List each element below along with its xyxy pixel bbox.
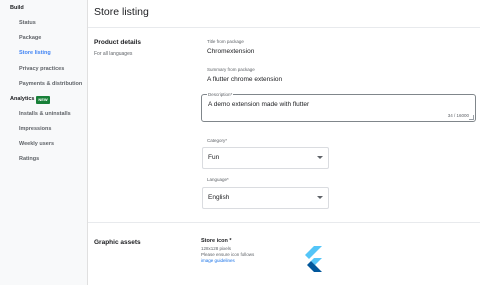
description-label: Description* [207,92,234,97]
sidebar-item-privacy-practices[interactable]: Privacy practices [19,66,64,72]
chevron-down-icon [317,156,323,159]
store-icon-preview[interactable] [301,243,331,273]
store-icon-note: Please ensure icon follows [201,252,255,257]
resize-handle-icon[interactable] [469,115,474,120]
category-select[interactable]: Fun [202,147,329,169]
sidebar-heading-analytics: Analytics [10,96,35,102]
category-selected-value: Fun [208,154,220,161]
store-icon-size: 128x128 pixels [201,246,232,251]
description-value[interactable]: A demo extension made with flutter [208,101,309,108]
sidebar-item-package[interactable]: Package [19,35,41,41]
sidebar-item-store-listing[interactable]: Store listing [19,50,51,56]
sidebar-item-weekly-users[interactable]: Weekly users [19,141,54,147]
product-details-subtitle: For all languages [94,51,133,57]
flutter-logo-icon [305,246,322,272]
divider [88,27,480,28]
sidebar-item-impressions[interactable]: Impressions [19,126,51,132]
main-content: Store listing Product details For all la… [88,0,480,285]
description-char-count: 34 / 16000 [447,113,469,118]
title-from-package-label: Title from package [207,39,244,44]
product-details-title: Product details [94,39,141,46]
sidebar-item-installs-uninstalls[interactable]: Installs & uninstalls [19,111,71,117]
language-selected-value: English [208,194,230,201]
language-label: Language* [207,177,229,182]
sidebar: Build Status Package Store listing Priva… [0,0,88,285]
sidebar-heading-build: Build [10,5,24,11]
language-select[interactable]: English [202,187,329,209]
page-title: Store listing [94,6,149,18]
store-icon-title: Store icon * [201,238,232,244]
title-from-package-value: Chromextension [207,48,255,55]
summary-from-package-value: A flutter chrome extension [207,76,283,83]
image-guidelines-link[interactable]: image guidelines [201,258,235,263]
new-badge: NEW [36,96,50,104]
description-field[interactable]: Description* A demo extension made with … [201,92,476,122]
graphic-assets-title: Graphic assets [94,239,141,246]
chevron-down-icon [317,196,323,199]
sidebar-item-ratings[interactable]: Ratings [19,156,39,162]
category-label: Category* [207,138,228,143]
section-divider [88,222,480,223]
sidebar-item-payments-distribution[interactable]: Payments & distribution [19,81,82,87]
sidebar-item-status[interactable]: Status [19,20,36,26]
summary-from-package-label: Summary from package [207,67,255,72]
